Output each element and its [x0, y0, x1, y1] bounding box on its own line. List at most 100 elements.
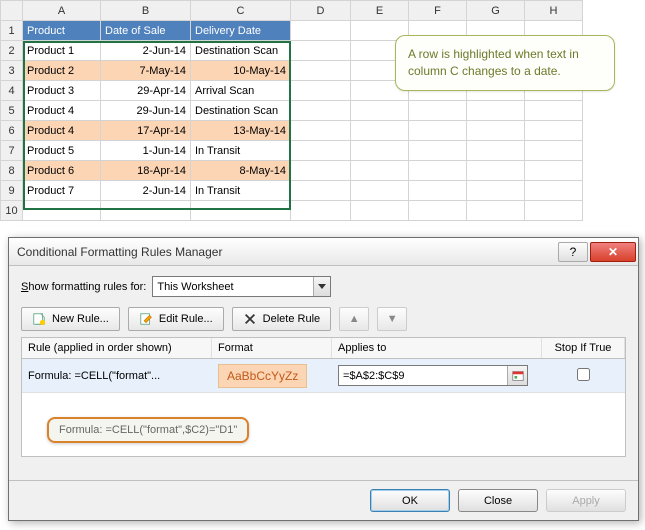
- col-header[interactable]: H: [525, 1, 583, 21]
- cell[interactable]: [409, 181, 467, 201]
- cell[interactable]: [467, 161, 525, 181]
- cell[interactable]: [351, 121, 409, 141]
- col-header[interactable]: C: [191, 1, 291, 21]
- cell[interactable]: [467, 181, 525, 201]
- row-header[interactable]: 1: [1, 21, 23, 41]
- col-header[interactable]: G: [467, 1, 525, 21]
- cell[interactable]: [351, 201, 409, 221]
- cell[interactable]: [101, 201, 191, 221]
- cell[interactable]: Product: [23, 21, 101, 41]
- cell[interactable]: [351, 101, 409, 121]
- dropdown-icon[interactable]: [313, 277, 330, 296]
- cell[interactable]: In Transit: [191, 141, 291, 161]
- cell[interactable]: Product 4: [23, 121, 101, 141]
- range-picker-icon[interactable]: [507, 366, 527, 385]
- row-header[interactable]: 4: [1, 81, 23, 101]
- cell[interactable]: 2-Jun-14: [101, 41, 191, 61]
- cell[interactable]: [291, 21, 351, 41]
- row-header[interactable]: 8: [1, 161, 23, 181]
- cell[interactable]: [291, 141, 351, 161]
- cell[interactable]: 17-Apr-14: [101, 121, 191, 141]
- cell[interactable]: 13-May-14: [191, 121, 291, 141]
- rule-row[interactable]: Formula: =CELL("format"... AaBbCcYyZz: [22, 359, 625, 393]
- cell[interactable]: [409, 141, 467, 161]
- cell[interactable]: [467, 141, 525, 161]
- cell[interactable]: [525, 101, 583, 121]
- move-up-button[interactable]: ▲: [339, 307, 369, 331]
- cell[interactable]: [409, 121, 467, 141]
- cell[interactable]: Arrival Scan: [191, 81, 291, 101]
- cell[interactable]: 10-May-14: [191, 61, 291, 81]
- cell[interactable]: [409, 101, 467, 121]
- cell[interactable]: Product 1: [23, 41, 101, 61]
- cell[interactable]: [291, 161, 351, 181]
- cell[interactable]: Date of Sale: [101, 21, 191, 41]
- delete-rule-button[interactable]: Delete Rule: [232, 307, 331, 331]
- cell[interactable]: [351, 181, 409, 201]
- row-header[interactable]: 6: [1, 121, 23, 141]
- cell[interactable]: [409, 161, 467, 181]
- cell[interactable]: Product 2: [23, 61, 101, 81]
- cell[interactable]: [291, 181, 351, 201]
- cell[interactable]: [409, 201, 467, 221]
- cell[interactable]: [467, 121, 525, 141]
- cell[interactable]: Delivery Date: [191, 21, 291, 41]
- col-header[interactable]: D: [291, 1, 351, 21]
- cell[interactable]: [525, 181, 583, 201]
- row-header[interactable]: 2: [1, 41, 23, 61]
- new-rule-button[interactable]: New Rule...: [21, 307, 120, 331]
- col-header[interactable]: A: [23, 1, 101, 21]
- apply-button[interactable]: Apply: [546, 489, 626, 512]
- close-button[interactable]: ✕: [590, 242, 636, 262]
- cell[interactable]: [525, 161, 583, 181]
- cell[interactable]: 8-May-14: [191, 161, 291, 181]
- cell[interactable]: In Transit: [191, 181, 291, 201]
- cell[interactable]: 2-Jun-14: [101, 181, 191, 201]
- cell[interactable]: 1-Jun-14: [101, 141, 191, 161]
- cell[interactable]: Destination Scan: [191, 41, 291, 61]
- cell[interactable]: [525, 141, 583, 161]
- cell[interactable]: 29-Apr-14: [101, 81, 191, 101]
- cell[interactable]: Product 4: [23, 101, 101, 121]
- cell[interactable]: [291, 41, 351, 61]
- scope-combo[interactable]: [152, 276, 331, 297]
- spreadsheet-grid[interactable]: A B C D E F G H 1 Product Date of Sale D…: [0, 0, 583, 221]
- row-header[interactable]: 5: [1, 101, 23, 121]
- scope-input[interactable]: [153, 277, 313, 296]
- dialog-titlebar[interactable]: Conditional Formatting Rules Manager ? ✕: [9, 238, 638, 266]
- row-header[interactable]: 10: [1, 201, 23, 221]
- row-header[interactable]: 9: [1, 181, 23, 201]
- cell[interactable]: [291, 61, 351, 81]
- cell[interactable]: [525, 201, 583, 221]
- cell[interactable]: Product 3: [23, 81, 101, 101]
- cell[interactable]: Product 7: [23, 181, 101, 201]
- select-all-cell[interactable]: [1, 1, 23, 21]
- row-header[interactable]: 3: [1, 61, 23, 81]
- cell[interactable]: Product 5: [23, 141, 101, 161]
- move-down-button[interactable]: ▼: [377, 307, 407, 331]
- cell[interactable]: Product 6: [23, 161, 101, 181]
- cell[interactable]: [23, 201, 101, 221]
- cell[interactable]: 7-May-14: [101, 61, 191, 81]
- row-header[interactable]: 7: [1, 141, 23, 161]
- col-header[interactable]: F: [409, 1, 467, 21]
- cell[interactable]: Destination Scan: [191, 101, 291, 121]
- cell[interactable]: [291, 201, 351, 221]
- cell[interactable]: [351, 141, 409, 161]
- cell[interactable]: [291, 121, 351, 141]
- cell[interactable]: [467, 201, 525, 221]
- close-dialog-button[interactable]: Close: [458, 489, 538, 512]
- col-header[interactable]: B: [101, 1, 191, 21]
- cell[interactable]: 18-Apr-14: [101, 161, 191, 181]
- cell[interactable]: [467, 101, 525, 121]
- col-header[interactable]: E: [351, 1, 409, 21]
- ok-button[interactable]: OK: [370, 489, 450, 512]
- help-button[interactable]: ?: [558, 242, 588, 262]
- cell[interactable]: 29-Jun-14: [101, 101, 191, 121]
- applies-to-field[interactable]: [338, 365, 528, 386]
- cell[interactable]: [191, 201, 291, 221]
- stop-if-true-checkbox[interactable]: [577, 368, 590, 381]
- cell[interactable]: [351, 161, 409, 181]
- cell[interactable]: [291, 101, 351, 121]
- edit-rule-button[interactable]: Edit Rule...: [128, 307, 224, 331]
